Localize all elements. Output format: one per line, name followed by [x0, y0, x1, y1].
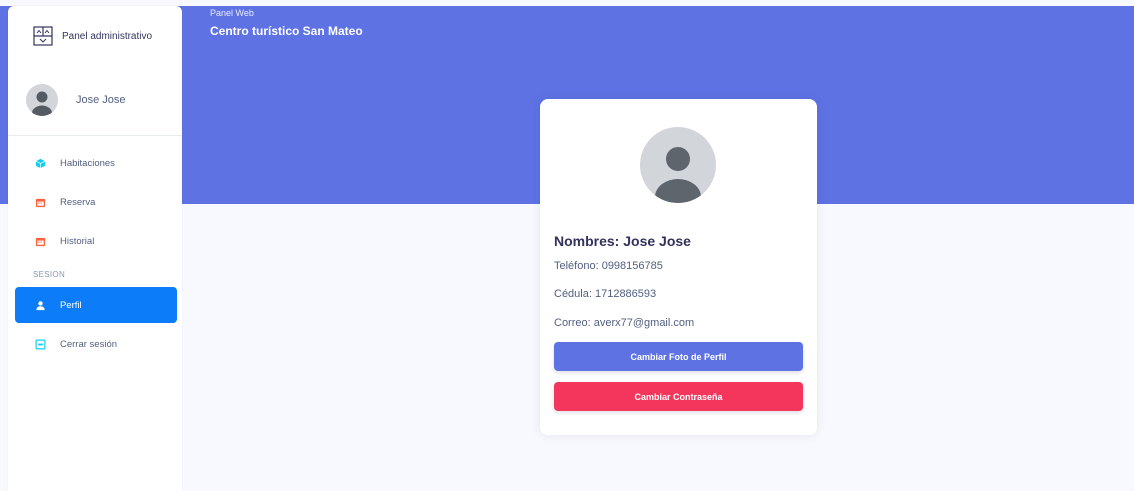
profile-phone: Teléfono: 0998156785	[554, 260, 663, 272]
sidebar-user[interactable]: Jose Jose	[26, 84, 126, 116]
sidebar-item-historial[interactable]: Historial	[15, 223, 177, 259]
user-icon	[36, 300, 45, 310]
sidebar: Panel administrativo Jose Jose Habitacio…	[8, 6, 182, 491]
avatar	[26, 84, 58, 116]
sidebar-item-label: Habitaciones	[60, 157, 115, 169]
brand[interactable]: Panel administrativo	[33, 26, 152, 46]
dashboard-logo-icon	[33, 26, 53, 46]
calendar-icon	[35, 237, 46, 246]
profile-id: Cédula: 1712886593	[554, 288, 657, 300]
sidebar-item-label: Historial	[60, 235, 95, 247]
change-photo-button[interactable]: Cambiar Foto de Perfil	[554, 342, 803, 371]
user-name: Jose Jose	[76, 94, 126, 106]
page: Panel Web Centro turístico San Mateo Pan…	[0, 0, 1134, 491]
header-subtitle: Panel Web	[210, 8, 254, 18]
cube-icon	[35, 158, 46, 168]
logout-icon	[35, 339, 46, 349]
brand-label: Panel administrativo	[62, 30, 153, 42]
user-silhouette-icon	[655, 147, 701, 203]
sidebar-item-habitaciones[interactable]: Habitaciones	[15, 145, 177, 181]
header-title: Centro turístico San Mateo	[210, 24, 363, 38]
sidebar-item-perfil[interactable]: Perfil	[15, 287, 177, 323]
sidebar-item-label: Reserva	[60, 196, 96, 208]
section-heading: SESION	[33, 270, 66, 279]
profile-card: Nombres: Jose Jose Teléfono: 0998156785 …	[540, 99, 817, 435]
sidebar-item-label: Cerrar sesión	[60, 338, 118, 350]
profile-name: Nombres: Jose Jose	[554, 233, 691, 249]
sidebar-item-label: Perfil	[60, 299, 82, 311]
divider	[8, 135, 182, 136]
change-password-button[interactable]: Cambiar Contraseña	[554, 382, 803, 411]
sidebar-item-cerrar-sesion[interactable]: Cerrar sesión	[15, 326, 177, 362]
user-silhouette-icon	[32, 91, 52, 116]
calendar-icon	[35, 198, 46, 207]
profile-email: Correo: averx77@gmail.com	[554, 317, 695, 329]
profile-avatar	[640, 127, 716, 203]
sidebar-item-reserva[interactable]: Reserva	[15, 184, 177, 220]
